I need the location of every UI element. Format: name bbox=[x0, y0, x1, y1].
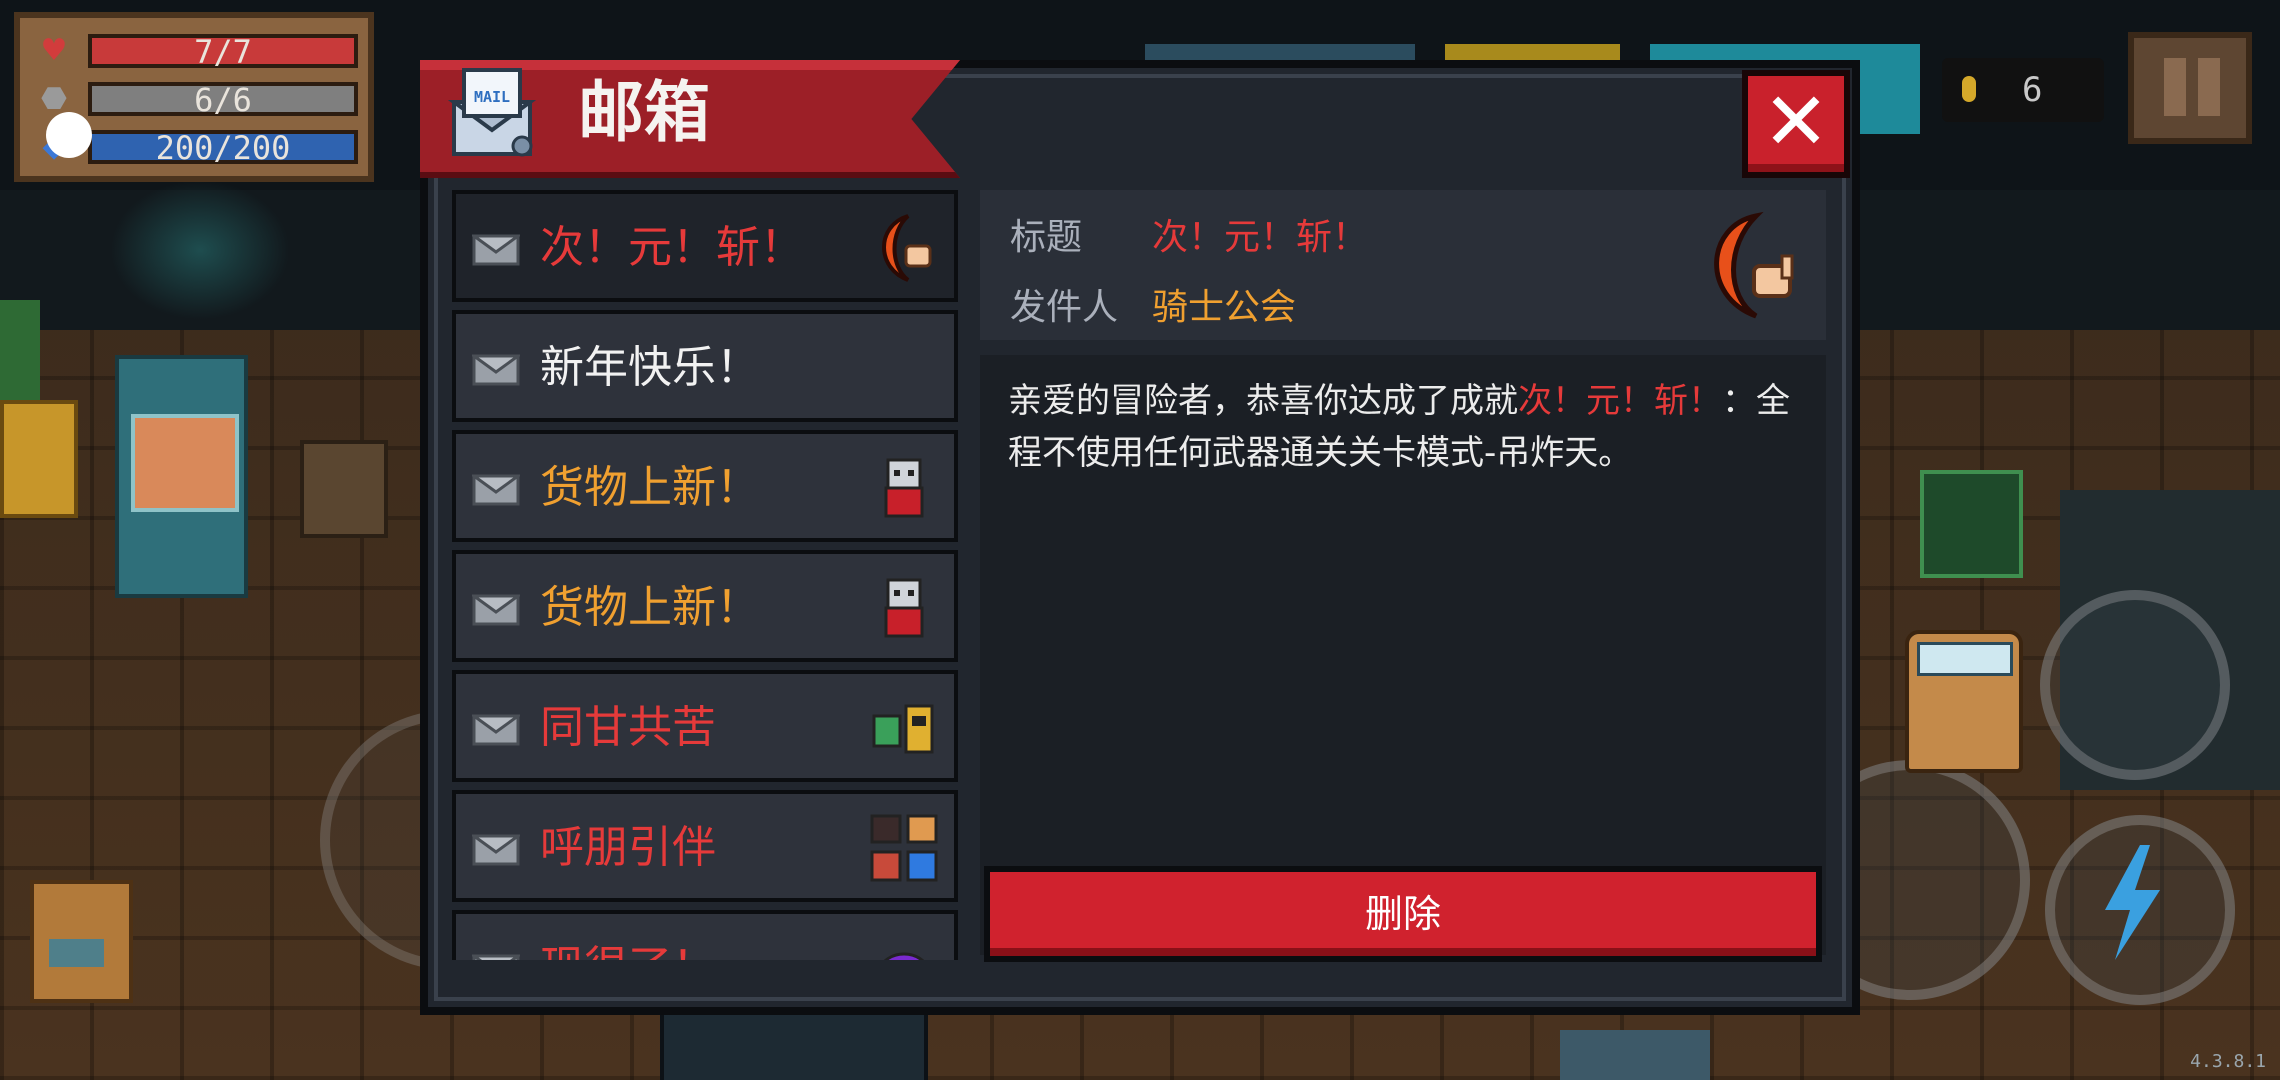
mail-detail-body: 亲爱的冒险者，恭喜你达成了成就次！元！斩！：全程不使用任何武器通关关卡模式-吊炸… bbox=[980, 355, 1826, 955]
weapon-swap-button[interactable] bbox=[2040, 590, 2230, 780]
close-icon: ✕ bbox=[1762, 75, 1830, 168]
mail-list-item[interactable]: 次！元！斩！ bbox=[452, 190, 958, 302]
mail-item-title: 呼朋引伴 bbox=[540, 822, 716, 873]
body-achievement: 次！元！斩！ bbox=[1518, 381, 1722, 421]
delete-button[interactable]: 删除 bbox=[984, 866, 1822, 962]
coin-icon bbox=[1962, 76, 1976, 102]
mail-icon-text: MAIL bbox=[474, 88, 510, 106]
mail-list-item[interactable]: 货物上新！ bbox=[452, 430, 958, 542]
title-value: 次！元！斩！ bbox=[1152, 217, 1369, 258]
mail-list-item[interactable]: 货物上新！ bbox=[452, 550, 958, 662]
mail-list-item[interactable]: 呼朋引伴 bbox=[452, 790, 958, 902]
coin-count: 6 bbox=[2022, 70, 2043, 110]
mail-icon: MAIL bbox=[448, 68, 536, 157]
envelope-icon bbox=[469, 710, 523, 746]
envelope-icon bbox=[469, 350, 523, 386]
merchant-icon bbox=[868, 572, 940, 644]
crescent-slash-icon bbox=[868, 212, 940, 284]
green-box bbox=[1920, 470, 2023, 578]
close-button[interactable]: ✕ bbox=[1742, 70, 1850, 178]
mail-item-title: 货物上新！ bbox=[540, 462, 760, 513]
mail-item-title: 新年快乐！ bbox=[540, 342, 760, 393]
pet-dog bbox=[30, 880, 133, 1003]
sender-value: 骑士公会 bbox=[1152, 287, 1297, 328]
mail-list-item[interactable]: 现很了！ bbox=[452, 910, 958, 960]
envelope-icon bbox=[469, 470, 523, 506]
mail-list-item[interactable]: 同甘共苦 bbox=[452, 670, 958, 782]
envelope-icon bbox=[469, 590, 523, 626]
pause-button[interactable] bbox=[2128, 32, 2252, 144]
crate bbox=[300, 440, 388, 538]
envelope-icon bbox=[469, 830, 523, 866]
shield-icon: ⬣ bbox=[40, 81, 68, 116]
energy-bar: 200/200 bbox=[88, 130, 358, 164]
body-prefix: 亲爱的冒险者，恭喜你达成了成就 bbox=[1008, 381, 1518, 421]
npc-wizard bbox=[660, 1010, 928, 1080]
merchant-icon bbox=[868, 452, 940, 524]
title-key: 标题 bbox=[1010, 217, 1083, 258]
version-label: 4.3.8.1 bbox=[2190, 1051, 2266, 1072]
mail-list-item[interactable]: 新年快乐！ bbox=[452, 310, 958, 422]
mail-list[interactable]: 次！元！斩！ 新年快乐！ 货物上新！ 货物上新！ 同甘共苦呼朋引伴现很了！ bbox=[452, 190, 958, 960]
npc-knight bbox=[1560, 1030, 1710, 1080]
hp-bar: 7/7 bbox=[88, 34, 358, 68]
envelope-icon bbox=[469, 230, 523, 266]
crescent-slash-icon bbox=[1714, 211, 1794, 319]
teal-glow bbox=[110, 180, 290, 320]
dialog-title: 邮箱 bbox=[578, 74, 710, 151]
lightning-icon bbox=[2105, 845, 2160, 960]
mail-body-text: 亲爱的冒险者，恭喜你达成了成就次！元！斩！：全程不使用任何武器通关关卡模式-吊炸… bbox=[1008, 375, 1808, 479]
mail-item-title: 同甘共苦 bbox=[540, 702, 716, 753]
team-icon bbox=[868, 692, 940, 764]
vending-machine[interactable] bbox=[115, 355, 248, 598]
gold-chest bbox=[0, 400, 78, 518]
envelope-icon bbox=[469, 950, 523, 960]
mail-detail-header: 标题 次！元！斩！ 发件人 骑士公会 bbox=[980, 190, 1826, 340]
mail-item-title: 次！元！斩！ bbox=[540, 222, 804, 273]
purple-creature-icon bbox=[868, 932, 940, 960]
sender-key: 发件人 bbox=[1010, 287, 1119, 328]
skill-button[interactable] bbox=[2045, 815, 2235, 1005]
mail-item-title: 货物上新！ bbox=[540, 582, 760, 633]
plant bbox=[0, 300, 40, 400]
shield-bar: 6/6 bbox=[88, 82, 358, 116]
touch-indicator bbox=[46, 112, 92, 158]
heart-icon: ♥ bbox=[40, 33, 68, 68]
player-character bbox=[1905, 630, 2023, 773]
coin-counter: 6 bbox=[1942, 58, 2104, 122]
friends-icon bbox=[868, 812, 940, 884]
mail-item-title: 现很了！ bbox=[540, 914, 716, 960]
